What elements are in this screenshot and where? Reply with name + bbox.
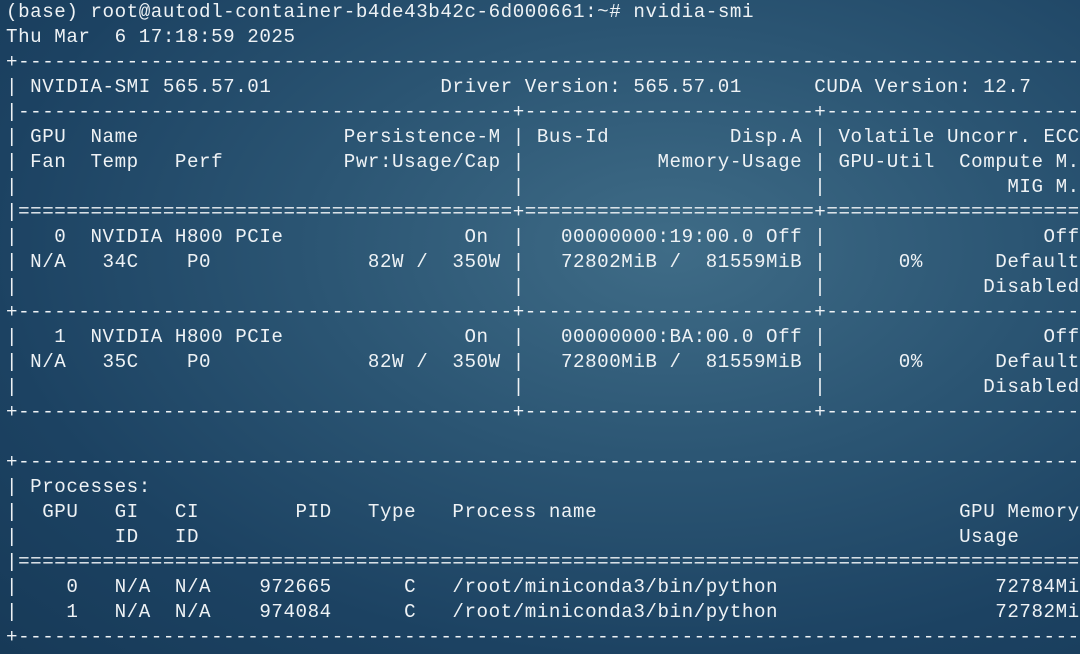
separator-line: +---------------------------------------… [6,301,1080,323]
command-prompt-line: (base) root@autodl-container-b4de43b42c-… [6,0,754,25]
typed-command: nvidia-smi [633,1,755,23]
gpu-1-row: | | | Disabled | [6,376,1080,398]
border-line: +---------------------------------------… [6,401,1080,423]
terminal-window[interactable]: (base) root@autodl-container-b4de43b42c-… [6,0,1080,654]
border-line: +---------------------------------------… [6,51,1080,73]
processes-header-line: | GPU GI CI PID Type Process name GPU Me… [6,501,1080,523]
separator-line: |=======================================… [6,201,1080,223]
shell-prompt: (base) root@autodl-container-b4de43b42c-… [6,1,622,23]
gpu-1-row: | 1 NVIDIA H800 PCIe On | 00000000:BA:00… [6,326,1080,348]
processes-header-line: | ID ID Usage | [6,526,1080,548]
gpu-1-row: | N/A 35C P0 82W / 350W | 72800MiB / 815… [6,351,1080,373]
gpu-header-line: | Fan Temp Perf Pwr:Usage/Cap | Memory-U… [6,151,1080,173]
separator-line: |=======================================… [6,551,1080,573]
process-row: | 1 N/A N/A 974084 C /root/miniconda3/bi… [6,601,1080,623]
gpu-header-line: | | | MIG M. | [6,176,1080,198]
border-line: +---------------------------------------… [6,451,1080,473]
gpu-0-row: | 0 NVIDIA H800 PCIe On | 00000000:19:00… [6,226,1080,248]
border-line: +---------------------------------------… [6,626,1080,648]
processes-title-line: | Processes: | [6,476,1080,498]
timestamp-line: Thu Mar 6 17:18:59 2025 [6,26,296,48]
process-row: | 0 N/A N/A 972665 C /root/miniconda3/bi… [6,576,1080,598]
separator-line: |---------------------------------------… [6,101,1080,123]
gpu-header-line: | GPU Name Persistence-M | Bus-Id Disp.A… [6,126,1080,148]
gpu-0-row: | | | Disabled | [6,276,1080,298]
version-line: | NVIDIA-SMI 565.57.01 Driver Version: 5… [6,76,1080,98]
gpu-0-row: | N/A 34C P0 82W / 350W | 72802MiB / 815… [6,251,1080,273]
